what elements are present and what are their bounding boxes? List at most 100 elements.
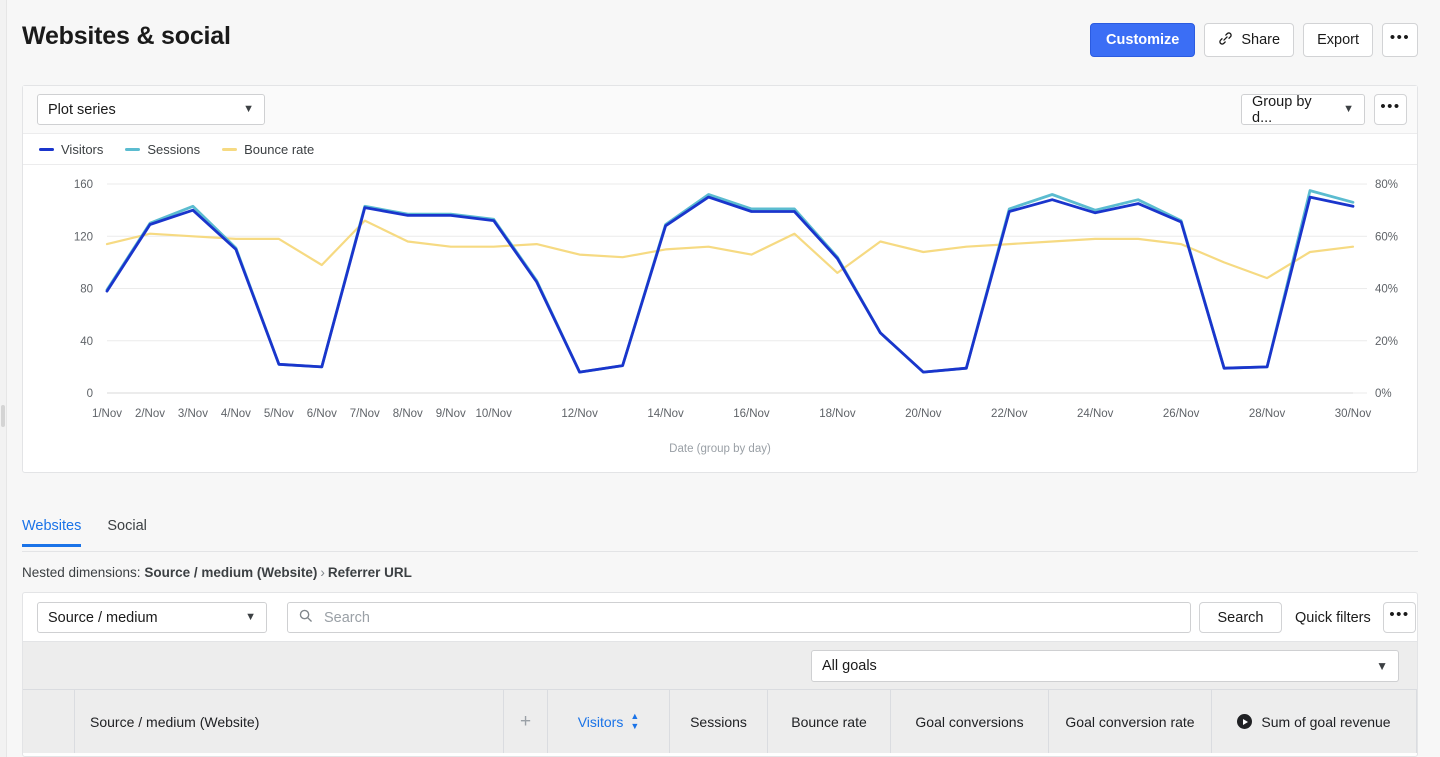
- section-tabs: Websites Social: [22, 518, 1418, 552]
- table-header-goal-conversions[interactable]: Goal conversions: [891, 690, 1049, 753]
- add-column-button[interactable]: +: [503, 690, 547, 753]
- table-header-label: Goal conversion rate: [1065, 713, 1195, 730]
- table-header-label: Sum of goal revenue: [1261, 713, 1391, 730]
- x-axis-tick: 20/Nov: [905, 408, 942, 420]
- search-button[interactable]: Search: [1199, 602, 1282, 633]
- table-header-label: Goal conversions: [915, 713, 1024, 730]
- export-button[interactable]: Export: [1303, 23, 1373, 57]
- share-button-label: Share: [1241, 32, 1281, 48]
- x-axis-tick: 5/Nov: [264, 408, 294, 420]
- y-axis-tick-right: 60%: [1375, 231, 1398, 243]
- search-icon: [298, 608, 313, 628]
- group-by-value: Group by d...: [1252, 93, 1312, 126]
- legend-item-bounce-rate[interactable]: Bounce rate: [222, 142, 314, 157]
- x-axis-tick: 6/Nov: [307, 408, 337, 420]
- y-axis-tick-left: 0: [87, 388, 93, 400]
- x-axis-tick: 22/Nov: [991, 408, 1028, 420]
- share-button[interactable]: Share: [1204, 23, 1295, 57]
- sort-chevron-icon[interactable]: ▲ ▼: [630, 711, 639, 732]
- header-more-button[interactable]: •••: [1382, 23, 1418, 57]
- chart-card: Plot series ▼ Group by d... ▼ ••• Visito…: [22, 85, 1418, 473]
- x-axis-tick: 7/Nov: [350, 408, 380, 420]
- tab-websites[interactable]: Websites: [22, 518, 82, 547]
- x-axis-tick: 2/Nov: [135, 408, 165, 420]
- chevron-down-icon: ▼: [243, 103, 254, 115]
- line-chart: 0 40 80 120 160 0% 20% 40% 60% 80% 1/Nov 2/Nov 3/Nov…: [74, 179, 1398, 420]
- y-axis-tick-left: 80: [80, 284, 93, 296]
- table-filter-row: Source / medium ▼ Search Quick filters •…: [23, 593, 1417, 641]
- chart-plot-area[interactable]: 0 40 80 120 160 0% 20% 40% 60% 80% 1/Nov 2/Nov 3/Nov…: [23, 165, 1417, 471]
- left-rail: [0, 0, 7, 757]
- goals-filter-row: All goals ▼: [23, 641, 1417, 689]
- y-axis-tick-right: 0%: [1375, 388, 1392, 400]
- x-axis-tick: 28/Nov: [1249, 408, 1286, 420]
- y-axis-tick-left: 120: [74, 231, 93, 243]
- dimension-select[interactable]: Source / medium ▼: [37, 602, 267, 633]
- y-axis-tick-right: 40%: [1375, 284, 1398, 296]
- table-header-sum-of-goal-revenue[interactable]: Sum of goal revenue: [1212, 690, 1417, 753]
- legend-item-visitors[interactable]: Visitors: [39, 142, 103, 157]
- table-header-source-medium-website[interactable]: Source / medium (Website) +: [75, 690, 548, 753]
- legend-label: Sessions: [147, 141, 201, 157]
- legend-item-sessions[interactable]: Sessions: [125, 142, 200, 157]
- nested-dimension-second[interactable]: Referrer URL: [328, 565, 412, 580]
- search-input[interactable]: [322, 608, 1180, 627]
- table-header-select-cell: [23, 690, 75, 753]
- x-axis-tick: 18/Nov: [819, 408, 856, 420]
- x-axis-tick: 10/Nov: [475, 408, 512, 420]
- customize-button[interactable]: Customize: [1090, 23, 1196, 57]
- table-header-label: Visitors: [577, 713, 624, 730]
- breadcrumb-separator-icon: ›: [320, 565, 325, 580]
- x-axis-tick: 24/Nov: [1077, 408, 1114, 420]
- nested-dimension-first[interactable]: Source / medium (Website): [144, 565, 317, 580]
- legend-label: Bounce rate: [244, 141, 315, 157]
- x-axis-tick: 16/Nov: [733, 408, 770, 420]
- panel-drag-handle[interactable]: [1, 405, 5, 427]
- page-header: Websites & social Customize Share Export…: [0, 0, 1440, 78]
- x-axis-tick: 26/Nov: [1163, 408, 1200, 420]
- table-header-label: Bounce rate: [791, 713, 867, 730]
- more-horizontal-icon: •••: [1389, 28, 1411, 46]
- x-axis-tick: 3/Nov: [178, 408, 208, 420]
- quick-filters-button[interactable]: Quick filters: [1289, 602, 1377, 633]
- x-axis-tick: 1/Nov: [92, 408, 122, 420]
- page-root: Websites & social Customize Share Export…: [0, 0, 1440, 757]
- legend-swatch-icon: [125, 147, 141, 151]
- legend-swatch-icon: [222, 147, 238, 151]
- x-axis-tick: 14/Nov: [647, 408, 684, 420]
- table-header-label: Source / medium (Website): [90, 713, 260, 730]
- table-header-bounce-rate[interactable]: Bounce rate: [768, 690, 891, 753]
- all-goals-select[interactable]: All goals ▼: [811, 650, 1399, 682]
- nested-dimensions-prefix: Nested dimensions:: [22, 565, 141, 580]
- link-icon: [1218, 31, 1233, 50]
- more-horizontal-icon: •••: [1389, 606, 1410, 623]
- x-axis-tick: 12/Nov: [561, 408, 598, 420]
- page-title: Websites & social: [22, 22, 231, 50]
- series-line-visitors: [105, 195, 1355, 374]
- tab-social[interactable]: Social: [107, 518, 147, 547]
- table-more-button[interactable]: •••: [1383, 602, 1416, 633]
- data-table-card: Source / medium ▼ Search Quick filters •…: [22, 592, 1418, 757]
- series-line-sessions: [105, 189, 1355, 374]
- plot-series-value: Plot series: [48, 101, 116, 118]
- x-axis-tick: 8/Nov: [393, 408, 423, 420]
- all-goals-value: All goals: [822, 658, 877, 674]
- chart-more-button[interactable]: •••: [1374, 94, 1407, 125]
- table-header-visitors[interactable]: Visitors ▲ ▼: [548, 690, 670, 753]
- y-axis-tick-left: 40: [80, 336, 93, 348]
- search-box[interactable]: [287, 602, 1191, 633]
- goal-revenue-icon: [1237, 714, 1253, 729]
- x-axis-tick: 9/Nov: [436, 408, 466, 420]
- plot-series-select[interactable]: Plot series ▼: [37, 94, 265, 125]
- group-by-select[interactable]: Group by d... ▼: [1241, 93, 1365, 126]
- y-axis-tick-right: 20%: [1375, 336, 1398, 348]
- table-header-row: Source / medium (Website) + Visitors ▲ ▼ Sess…: [23, 689, 1417, 753]
- x-axis-tick: 4/Nov: [221, 408, 251, 420]
- table-header-goal-conversion-rate[interactable]: Goal conversion rate: [1049, 690, 1212, 753]
- table-header-sessions[interactable]: Sessions: [670, 690, 768, 753]
- chevron-down-icon: ▼: [1343, 103, 1354, 115]
- chevron-down-icon: ▼: [1376, 659, 1388, 673]
- header-actions: Customize Share Export •••: [1090, 23, 1418, 57]
- y-axis-tick-right: 80%: [1375, 179, 1398, 191]
- table-header-label: Sessions: [690, 713, 747, 730]
